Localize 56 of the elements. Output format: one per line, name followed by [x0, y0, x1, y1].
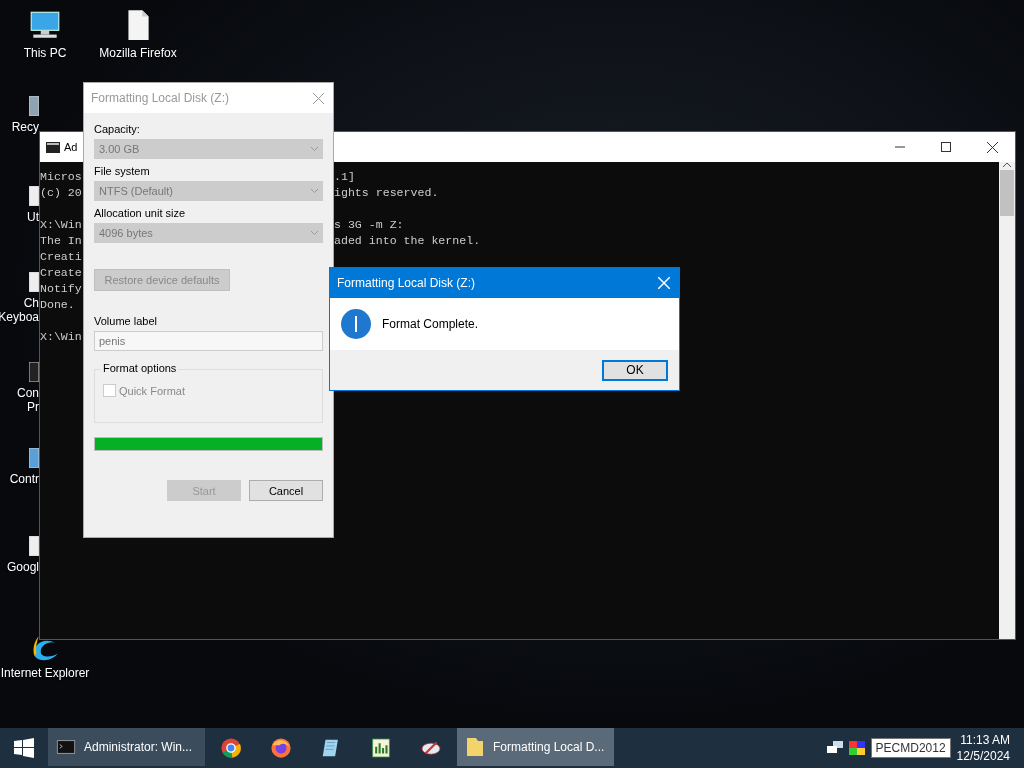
- console-text: (c) 20: [40, 186, 82, 199]
- tooltip: PECMD2012: [870, 738, 951, 758]
- info-icon: [340, 308, 372, 340]
- field-label: Volume label: [94, 315, 158, 327]
- console-text: aded into the kernel.: [334, 234, 481, 247]
- scrollbar[interactable]: [999, 162, 1015, 639]
- console-text: X:\Win: [40, 330, 82, 343]
- dialog-title: Formatting Local Disk (Z:): [337, 276, 476, 290]
- desktop-icon-label[interactable]: This PC: [23, 46, 67, 60]
- caret-icon: [311, 189, 318, 193]
- desktop-icon-label[interactable]: Internet Explorer: [0, 666, 90, 680]
- desktop-icon-label[interactable]: Pr: [27, 400, 39, 414]
- maximize-icon[interactable]: [941, 142, 951, 152]
- network-icon[interactable]: [826, 741, 843, 755]
- console-text: Create: [40, 266, 82, 279]
- field-label: Capacity:: [94, 123, 141, 135]
- desktop-icon-label[interactable]: Ut: [27, 210, 39, 224]
- taskbar-button[interactable]: Administrator: Win...: [48, 726, 205, 766]
- caret-icon: [311, 147, 318, 151]
- caret-icon: [311, 231, 318, 235]
- folder-icon: [465, 735, 485, 758]
- chart-icon[interactable]: [370, 737, 392, 759]
- scroll-up-icon[interactable]: [1002, 162, 1012, 168]
- console-text: The In: [40, 234, 82, 247]
- console-text: ights reserved.: [334, 186, 439, 199]
- desktop-icon-label[interactable]: Keyboa: [0, 310, 39, 324]
- clock-time[interactable]: 11:13 AM: [960, 733, 1010, 747]
- group-title: Format options: [101, 362, 179, 374]
- clock-date[interactable]: 12/5/2024: [956, 749, 1010, 763]
- message-text: Format Complete.: [382, 317, 479, 331]
- console-text: Done.: [40, 298, 75, 311]
- desktop-icon-label[interactable]: Recy: [11, 120, 39, 134]
- console-text: Creati: [40, 250, 82, 263]
- window-title: Ad: [64, 141, 78, 153]
- firefox-icon[interactable]: [270, 737, 292, 759]
- desktop-icon-label[interactable]: Contr: [9, 472, 39, 486]
- console-text: Notify: [40, 282, 82, 295]
- console-text: X:\Win: [40, 218, 82, 231]
- chrome-icon[interactable]: [220, 737, 242, 759]
- console-text: .1]: [334, 170, 355, 183]
- desktop-icon-label[interactable]: Mozilla Firefox: [99, 46, 177, 60]
- console-text: Micros: [40, 170, 82, 183]
- desktop-icon-label[interactable]: Ch: [23, 296, 39, 310]
- console-text: s 3G -m Z:: [334, 218, 404, 231]
- field-label: File system: [94, 165, 151, 177]
- scroll-thumb[interactable]: [1000, 170, 1014, 216]
- field-label: Allocation unit size: [94, 207, 187, 219]
- ok-button[interactable]: OK: [602, 359, 668, 381]
- desktop-icon-label[interactable]: Con: [17, 386, 39, 400]
- close-icon[interactable]: [986, 141, 998, 153]
- start-icon[interactable]: [14, 738, 34, 758]
- desktop-icon-label[interactable]: Googl: [6, 560, 39, 574]
- dialog-title: Formatting Local Disk (Z:): [91, 91, 230, 105]
- taskbar-button[interactable]: Formatting Local D...: [457, 726, 614, 766]
- cancel-button[interactable]: Cancel: [249, 480, 323, 501]
- color-icon[interactable]: [848, 741, 865, 755]
